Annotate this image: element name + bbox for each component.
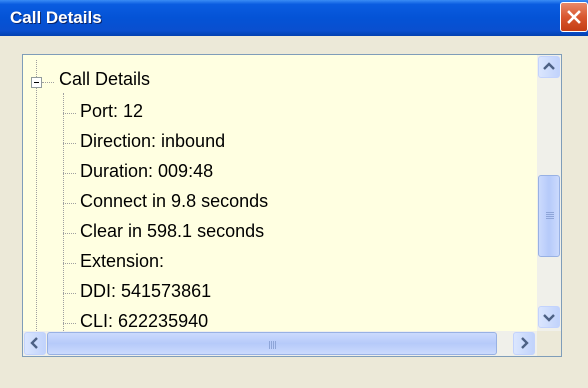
call-details-tree-panel: Call Details Port: 12 Direction: inbound… [22,54,562,357]
tree-node-label: Direction: inbound [80,131,226,151]
tree-node-duration[interactable]: Duration: 009:48 [63,159,523,189]
scroll-left-button[interactable] [24,332,46,355]
tree-node-connect[interactable]: Connect in 9.8 seconds [63,189,523,219]
grip-icon [546,212,554,220]
horizontal-scrollbar[interactable] [23,331,537,356]
horizontal-scroll-thumb[interactable] [47,332,497,355]
tree-node-label: Extension: [80,251,165,271]
tree-node-label: CLI: 622235940 [80,311,209,331]
chevron-left-icon [30,337,38,349]
tree-node-label: DDI: 541573861 [80,281,212,301]
tree-node-extension[interactable]: Extension: [63,249,523,279]
tree-node-label: Duration: 009:48 [80,161,214,181]
tree-root-node[interactable]: Call Details [59,69,150,90]
tree-node-label: Connect in 9.8 seconds [80,191,269,211]
scroll-right-button[interactable] [513,332,535,355]
vertical-scroll-thumb[interactable] [538,175,560,257]
close-icon [567,10,581,24]
window-title: Call Details [10,8,102,27]
chevron-down-icon [543,314,555,322]
scrollbar-corner [537,331,561,356]
tree-line [36,60,37,331]
tree-node-cli[interactable]: CLI: 622235940 [63,309,523,331]
call-details-window: Call Details Call Details Port: 12 Direc… [0,0,588,388]
scroll-up-button[interactable] [538,56,560,78]
chevron-up-icon [543,62,555,70]
grip-icon [269,341,277,349]
close-button[interactable] [560,2,588,32]
title-bar[interactable]: Call Details [0,0,588,36]
tree-view[interactable]: Call Details Port: 12 Direction: inbound… [23,55,537,331]
tree-node-label: Clear in 598.1 seconds [80,221,265,241]
tree-node-ddi[interactable]: DDI: 541573861 [63,279,523,309]
tree-node-direction[interactable]: Direction: inbound [63,129,523,159]
tree-line [42,82,54,83]
scroll-down-button[interactable] [538,306,560,328]
collapse-toggle[interactable] [31,77,42,88]
tree-node-label: Port: 12 [80,101,144,121]
vertical-scrollbar[interactable] [537,55,561,331]
chevron-right-icon [521,337,529,349]
tree-node-port[interactable]: Port: 12 [63,99,523,129]
tree-node-clear[interactable]: Clear in 598.1 seconds [63,219,523,249]
